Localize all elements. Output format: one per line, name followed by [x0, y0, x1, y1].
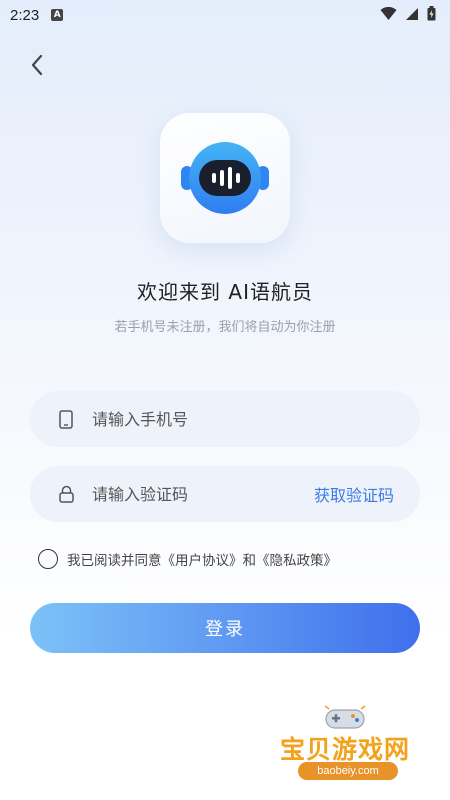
code-field[interactable]: 获取验证码 — [30, 466, 420, 522]
watermark: 宝贝游戏网 baobeiy.com — [270, 700, 420, 790]
phone-field[interactable] — [30, 391, 420, 447]
welcome-title: 欢迎来到 AI语航员 — [137, 280, 313, 304]
get-code-button[interactable]: 获取验证码 — [314, 482, 394, 506]
lock-icon — [56, 484, 76, 504]
status-bar: 2:23 A — [0, 0, 450, 30]
robot-logo-icon — [181, 142, 269, 214]
back-icon — [31, 54, 43, 76]
watermark-url: baobeiy.com — [298, 762, 398, 780]
phone-input[interactable] — [92, 409, 394, 429]
status-icons — [380, 5, 436, 25]
back-button[interactable] — [22, 50, 52, 80]
code-input[interactable] — [92, 484, 314, 504]
app-logo — [160, 113, 290, 243]
welcome-subtitle: 若手机号未注册，我们将自动为你注册 — [114, 320, 336, 335]
login-button[interactable]: 登录 — [30, 603, 420, 653]
wifi-icon — [380, 6, 397, 25]
battery-icon — [427, 5, 436, 25]
notification-icon: A — [51, 9, 64, 21]
agreement-checkbox[interactable] — [38, 549, 58, 569]
signal-icon — [405, 6, 419, 25]
gamepad-icon — [324, 705, 366, 729]
agreement-text[interactable]: 我已阅读并同意《用户协议》和《隐私政策》 — [67, 549, 337, 569]
watermark-title: 宝贝游戏网 — [279, 735, 410, 764]
phone-icon — [56, 409, 76, 429]
status-time: 2:23 — [10, 6, 40, 24]
agreement-row: 我已阅读并同意《用户协议》和《隐私政策》 — [38, 549, 337, 569]
